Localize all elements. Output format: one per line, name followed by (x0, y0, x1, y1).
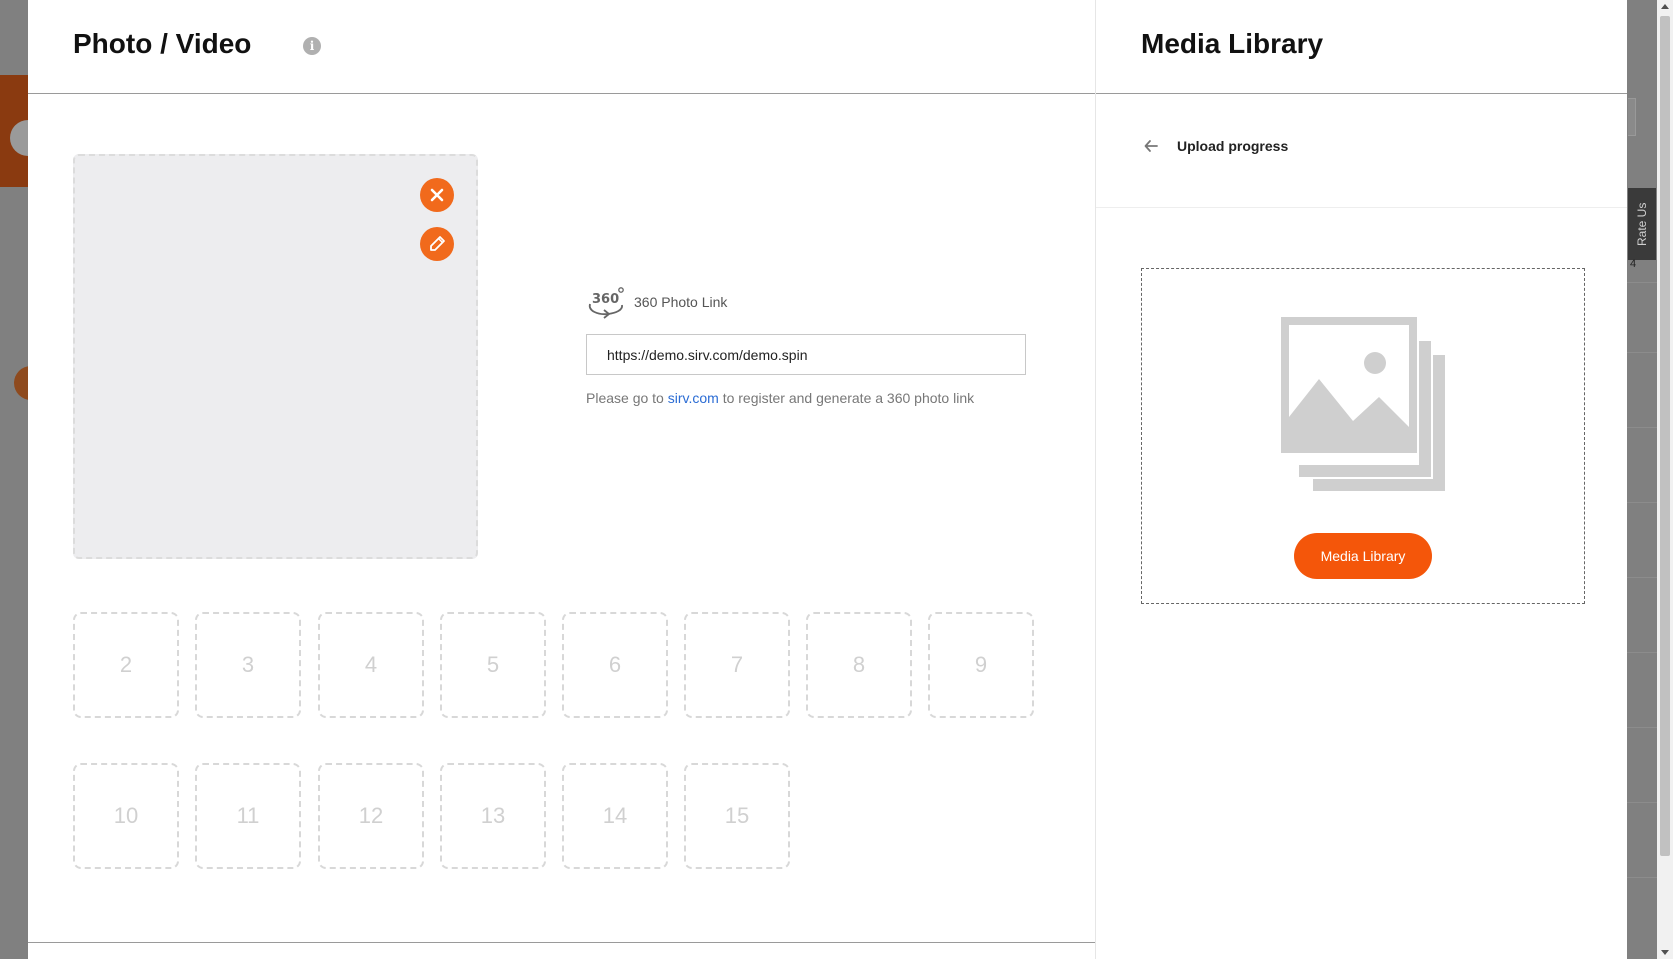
library-header: Media Library (1096, 0, 1627, 94)
photo-slot[interactable]: 8 (806, 612, 912, 718)
photo-slot[interactable]: 2 (73, 612, 179, 718)
library-title: Media Library (1141, 28, 1324, 59)
upload-progress-row[interactable]: Upload progress (1141, 136, 1288, 156)
360-icon: 360 (588, 287, 624, 319)
upload-progress-label: Upload progress (1177, 138, 1289, 154)
photo-link-label: 360 Photo Link (634, 294, 728, 310)
edit-photo-button[interactable] (420, 227, 454, 261)
info-icon[interactable]: i (303, 37, 321, 55)
photo-slot[interactable]: 7 (684, 612, 790, 718)
scroll-up-arrow[interactable] (1661, 4, 1669, 9)
image-stack-icon (1281, 317, 1445, 491)
photo-link-section: 360 360 Photo Link Please go to sirv.com… (586, 284, 1026, 406)
library-divider (1096, 207, 1627, 208)
rate-us-tab[interactable]: Rate Us (1628, 188, 1656, 260)
photo-slot[interactable]: 6 (562, 612, 668, 718)
remove-photo-button[interactable] (420, 178, 454, 212)
background-number: 4 (1630, 258, 1637, 270)
pencil-icon (430, 236, 445, 251)
scroll-down-arrow[interactable] (1661, 950, 1669, 955)
photo-slot[interactable]: 15 (684, 763, 790, 869)
media-library-panel: Media Library Upload progress Media Libr… (1095, 0, 1627, 959)
photo-link-help: Please go to sirv.com to register and ge… (586, 390, 975, 406)
main-photo-slot[interactable] (73, 154, 478, 559)
svg-text:360: 360 (592, 292, 619, 307)
background-input (1628, 98, 1636, 136)
photo-slot[interactable]: 13 (440, 763, 546, 869)
media-drop-zone[interactable]: Media Library (1141, 268, 1585, 604)
photo-link-label-row: 360 360 Photo Link (586, 284, 1026, 320)
close-icon (430, 188, 444, 202)
background-right-column (1627, 0, 1657, 959)
modal-footer-divider (28, 942, 1095, 943)
sirv-link[interactable]: sirv.com (668, 390, 719, 406)
media-library-button[interactable]: Media Library (1294, 533, 1432, 579)
photo-link-input[interactable] (586, 334, 1026, 375)
photo-slot[interactable]: 10 (73, 763, 179, 869)
photo-slot[interactable]: 5 (440, 612, 546, 718)
modal-header: Photo / Video i (28, 0, 1095, 94)
page-title: Photo / Video (73, 28, 252, 59)
photo-slot[interactable]: 3 (195, 612, 301, 718)
scrollbar-thumb[interactable] (1660, 16, 1670, 856)
photo-slot[interactable]: 11 (195, 763, 301, 869)
arrow-left-icon[interactable] (1141, 136, 1161, 156)
photo-video-modal: Photo / Video i 360 360 Photo Link Pleas… (28, 0, 1095, 959)
photo-slot[interactable]: 14 (562, 763, 668, 869)
page-scrollbar[interactable] (1657, 0, 1673, 959)
photo-slot[interactable]: 4 (318, 612, 424, 718)
photo-slot[interactable]: 12 (318, 763, 424, 869)
photo-slot[interactable]: 9 (928, 612, 1034, 718)
